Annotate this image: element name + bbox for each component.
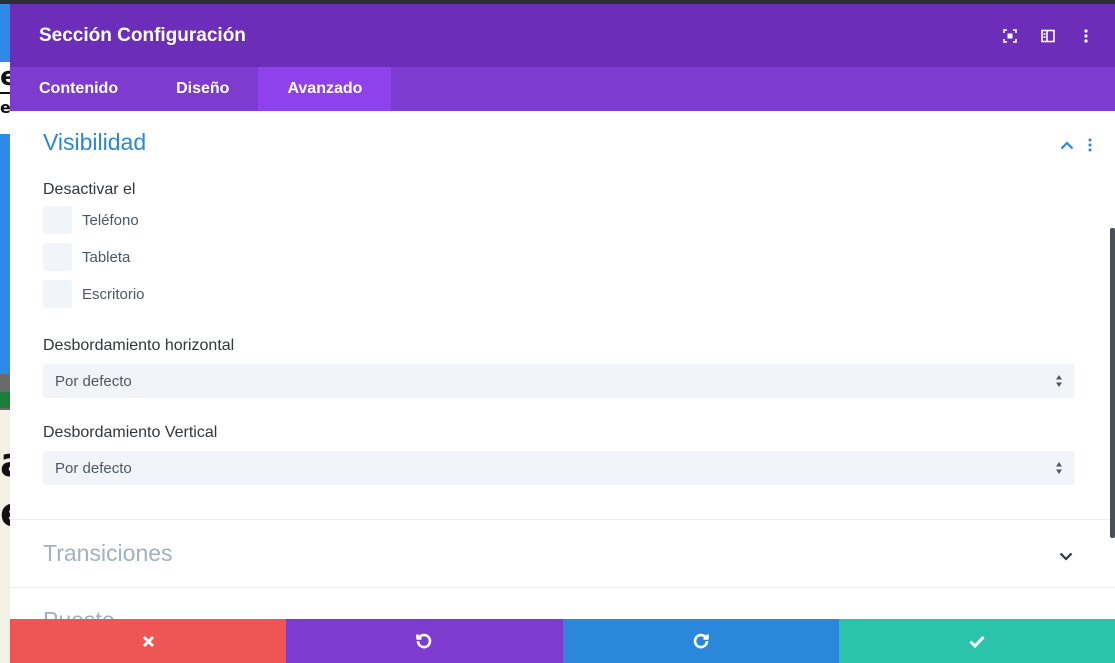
redo-button[interactable]: [562, 619, 839, 663]
scrollbar[interactable]: [1110, 228, 1115, 538]
settings-content: Visibilidad Desactivar el Teléfono Table…: [10, 111, 1115, 619]
checkbox-row-tablet: Tableta: [43, 243, 130, 271]
check-icon: [969, 635, 985, 648]
section-divider: [10, 519, 1115, 520]
checkbox-desktop[interactable]: [43, 280, 72, 308]
checkbox-row-desktop: Escritorio: [43, 280, 145, 308]
tab-avanzado[interactable]: Avanzado: [258, 67, 392, 111]
section-divider: [10, 587, 1115, 588]
checkbox-label-desktop: Escritorio: [82, 285, 145, 303]
header-icons: [1001, 4, 1095, 67]
section-menu-icon[interactable]: [1085, 136, 1095, 154]
overflow-x-select[interactable]: Por defecto: [43, 364, 1075, 398]
close-icon: [142, 635, 154, 647]
checkbox-label-phone: Teléfono: [82, 211, 139, 229]
overflow-x-label: Desbordamiento horizontal: [43, 337, 235, 354]
tab-contenido[interactable]: Contenido: [10, 67, 147, 111]
tab-diseno[interactable]: Diseño: [147, 67, 258, 111]
checkbox-tablet[interactable]: [43, 243, 72, 271]
overflow-y-value: Por defecto: [55, 459, 132, 477]
more-options-icon[interactable]: [1077, 27, 1095, 45]
section-title-transitions[interactable]: Transiciones: [43, 540, 173, 567]
chevron-down-icon[interactable]: [1057, 547, 1075, 565]
overflow-y-select[interactable]: Por defecto: [43, 451, 1075, 485]
save-button[interactable]: [838, 619, 1115, 663]
disable-on-label: Desactivar el: [43, 181, 136, 198]
section-title-position[interactable]: Puesto: [43, 607, 115, 619]
undo-button[interactable]: [286, 619, 563, 663]
section-settings-modal: Sección Configuración Contenido Diseño A…: [10, 4, 1115, 663]
checkbox-row-phone: Teléfono: [43, 206, 139, 234]
checkbox-label-tablet: Tableta: [82, 248, 131, 266]
tab-bar: Contenido Diseño Avanzado: [10, 67, 1115, 111]
select-arrows-icon: [1056, 462, 1062, 474]
cancel-button[interactable]: [10, 619, 287, 663]
split-view-icon[interactable]: [1039, 27, 1057, 45]
chevron-up-icon[interactable]: [1058, 136, 1076, 154]
overflow-y-label: Desbordamiento Vertical: [43, 424, 218, 441]
overflow-x-value: Por defecto: [55, 372, 132, 390]
modal-title: Sección Configuración: [39, 24, 246, 46]
undo-icon: [416, 633, 432, 649]
modal-footer: [10, 619, 1115, 663]
modal-header[interactable]: Sección Configuración: [10, 4, 1115, 67]
checkbox-phone[interactable]: [43, 206, 72, 234]
fullscreen-icon[interactable]: [1001, 27, 1019, 45]
redo-icon: [693, 633, 709, 649]
section-title-visibility[interactable]: Visibilidad: [43, 129, 146, 156]
select-arrows-icon: [1056, 375, 1062, 387]
